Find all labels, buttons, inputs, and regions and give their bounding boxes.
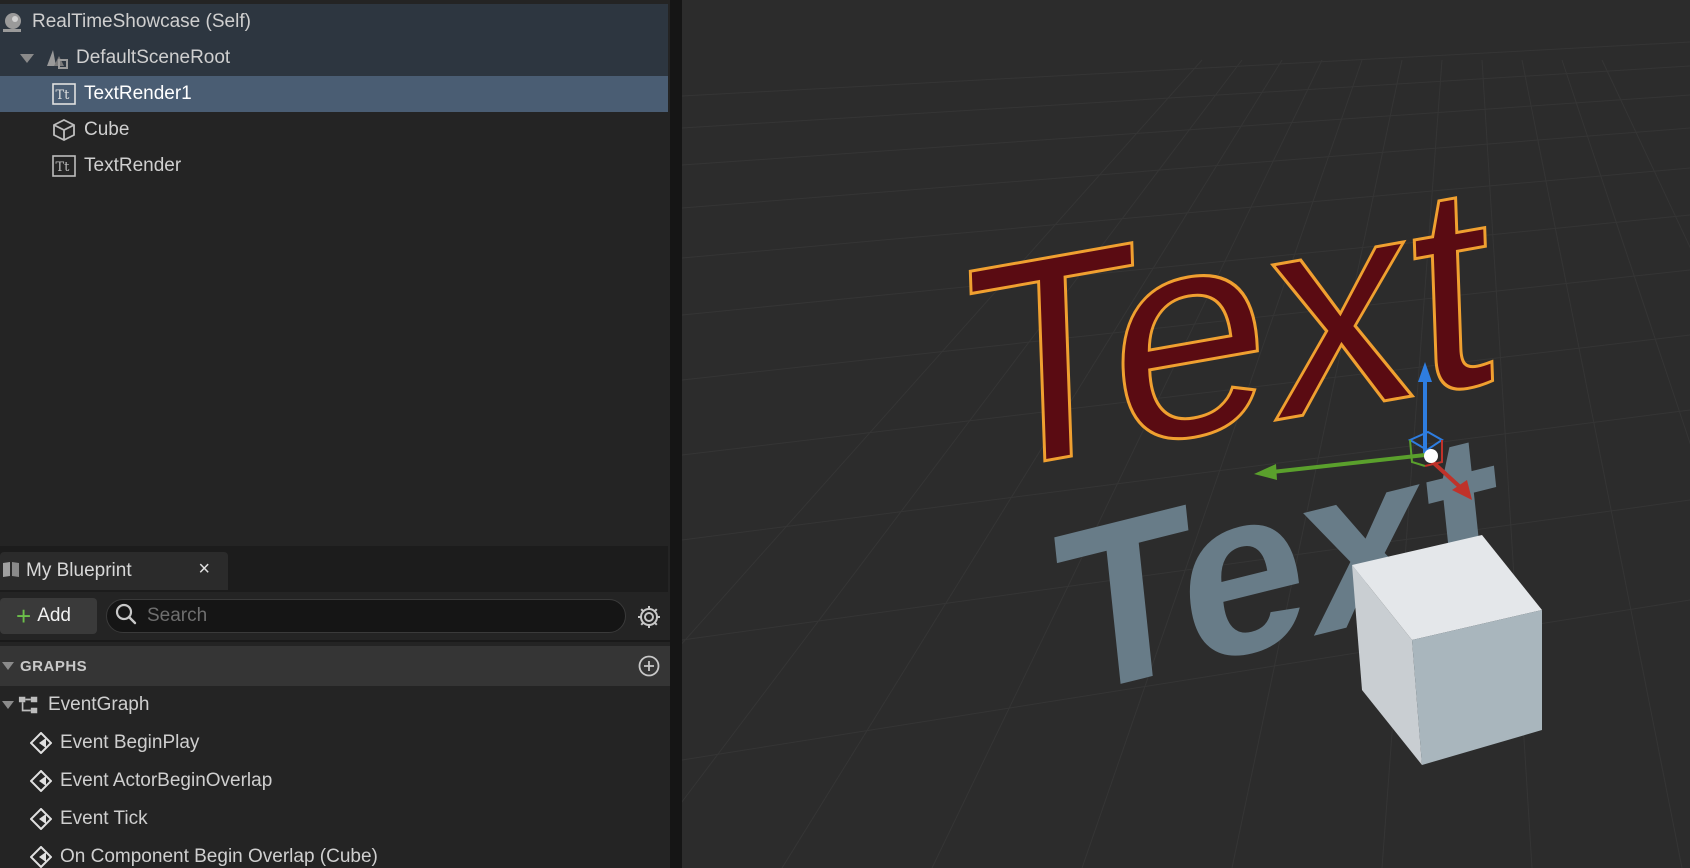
- list-item-event[interactable]: Event BeginPlay: [30, 725, 199, 761]
- tab-my-blueprint[interactable]: My Blueprint ×: [0, 552, 228, 590]
- event-graph-label: EventGraph: [48, 694, 150, 715]
- search-box[interactable]: [106, 599, 626, 633]
- search-input[interactable]: [147, 605, 607, 627]
- event-label: Event Tick: [60, 808, 148, 829]
- event-label: On Component Begin Overlap (Cube): [60, 846, 378, 867]
- collapse-arrow-icon[interactable]: [2, 701, 14, 709]
- blueprint-toolbar: + Add: [0, 592, 672, 642]
- plus-icon: +: [16, 601, 32, 631]
- list-item-event[interactable]: On Component Begin Overlap (Cube): [30, 839, 378, 868]
- event-node-icon: [30, 846, 52, 868]
- component-item-label: Cube: [84, 119, 130, 140]
- add-graph-icon[interactable]: [638, 655, 660, 677]
- viewport-scene: Text Text: [682, 41, 1690, 868]
- collapse-arrow-icon[interactable]: [20, 53, 34, 63]
- search-icon: [115, 603, 137, 630]
- actor-sphere-icon: [0, 10, 24, 34]
- graph-icon: [18, 694, 40, 716]
- add-button[interactable]: + Add: [0, 598, 97, 634]
- list-item-event[interactable]: Event ActorBeginOverlap: [30, 763, 272, 799]
- event-node-icon: [30, 808, 52, 830]
- event-label: Event BeginPlay: [60, 732, 200, 753]
- gear-icon[interactable]: [637, 605, 661, 629]
- book-icon: [2, 560, 20, 583]
- event-node-icon: [30, 732, 52, 754]
- panel-splitter[interactable]: [670, 0, 682, 868]
- component-item-label: TextRender1: [84, 83, 192, 104]
- component-item-textrender1[interactable]: Tt TextRender1: [0, 76, 668, 112]
- viewport[interactable]: Text Text: [682, 0, 1690, 868]
- graphs-header-label: GRAPHS: [20, 657, 88, 675]
- graphs-section-header[interactable]: GRAPHS: [0, 646, 672, 686]
- left-panel: RealTimeShowcase (Self) DefaultSceneRoot…: [0, 0, 672, 868]
- component-scene-root-row[interactable]: DefaultSceneRoot: [0, 40, 668, 76]
- component-item-label: TextRender: [84, 155, 182, 176]
- event-graph-row[interactable]: EventGraph: [0, 687, 149, 723]
- list-item-event[interactable]: Event Tick: [30, 801, 148, 837]
- cube-icon: [52, 118, 76, 142]
- event-label: Event ActorBeginOverlap: [60, 770, 273, 791]
- component-scene-root-label: DefaultSceneRoot: [76, 47, 231, 68]
- close-icon[interactable]: ×: [198, 558, 210, 581]
- svg-text:Tt: Tt: [56, 160, 71, 175]
- component-root-row[interactable]: RealTimeShowcase (Self): [0, 4, 668, 40]
- text-render-icon: Tt: [52, 154, 76, 178]
- event-node-icon: [30, 770, 52, 792]
- text-render-icon: Tt: [52, 82, 76, 106]
- svg-text:Tt: Tt: [56, 88, 71, 103]
- collapse-arrow-icon[interactable]: [2, 662, 14, 670]
- add-button-label: Add: [37, 605, 71, 626]
- component-item-cube[interactable]: Cube: [0, 112, 668, 148]
- scene-root-icon: [44, 46, 68, 70]
- tab-title: My Blueprint: [26, 560, 132, 581]
- component-item-textrender[interactable]: Tt TextRender: [0, 148, 668, 184]
- component-root-label: RealTimeShowcase (Self): [32, 11, 251, 32]
